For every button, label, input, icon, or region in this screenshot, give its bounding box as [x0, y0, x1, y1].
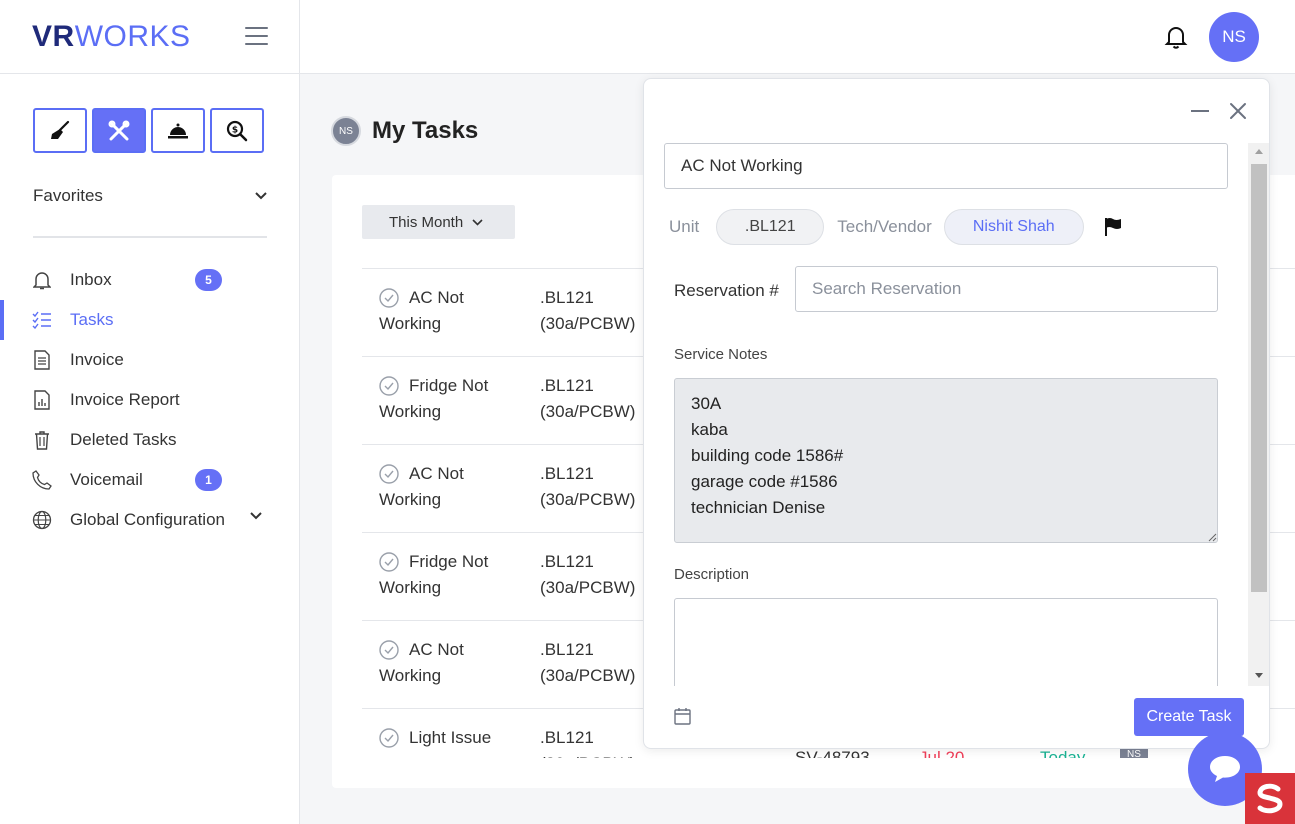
reservation-label: Reservation #: [674, 281, 779, 300]
voicemail-count-badge: 1: [195, 469, 222, 491]
logo-vr-text: VR: [32, 19, 75, 53]
globe-icon: [32, 510, 52, 530]
calendar-icon[interactable]: [674, 707, 691, 725]
task-unit: .BL121 (30a/PCBW): [540, 288, 636, 333]
task-unit: .BL121 (30a/PCBW): [540, 464, 636, 509]
module-switcher: $: [33, 108, 264, 153]
chevron-down-icon: [255, 192, 267, 200]
task-name: AC Not Working: [379, 464, 464, 509]
sidebar-item-invoice-report[interactable]: Invoice Report: [0, 380, 299, 420]
trash-icon: [32, 430, 52, 450]
date-filter-dropdown[interactable]: This Month: [362, 205, 515, 239]
page-title: My Tasks: [372, 117, 479, 144]
brand-bar: VRWORKS: [0, 0, 299, 74]
minimize-icon[interactable]: [1191, 110, 1209, 112]
task-name: AC Not Working: [379, 640, 464, 685]
sidebar-item-tasks[interactable]: Tasks: [0, 300, 299, 340]
sidebar-item-label: Inbox: [70, 270, 112, 289]
scrollbar-thumb[interactable]: [1251, 164, 1267, 592]
page-header: NS My Tasks: [331, 116, 478, 146]
top-header: NS: [300, 0, 1295, 74]
service-notes-field[interactable]: 30A kaba building code 1586# garage code…: [674, 378, 1218, 543]
report-icon: [32, 390, 52, 410]
document-icon: [32, 350, 52, 370]
sidebar-item-invoice[interactable]: Invoice: [0, 340, 299, 380]
task-name: Fridge Not Working: [379, 552, 489, 597]
sidebar-item-label: Deleted Tasks: [70, 430, 177, 449]
panel-scroll-area: Unit .BL121 Tech/Vendor Nishit Shah Rese…: [644, 141, 1248, 686]
sidebar-item-label: Invoice Report: [70, 390, 180, 409]
create-task-button[interactable]: Create Task: [1134, 698, 1244, 736]
panel-scrollbar[interactable]: [1248, 143, 1269, 686]
task-due-date: Jul 20: [919, 748, 965, 758]
task-name: AC Not Working: [379, 288, 464, 333]
close-icon[interactable]: [1228, 101, 1248, 121]
create-task-panel: Unit .BL121 Tech/Vendor Nishit Shah Rese…: [643, 78, 1270, 749]
tools-icon: [108, 120, 130, 140]
scroll-down-arrow-icon[interactable]: [1255, 673, 1263, 678]
sidebar-item-voicemail[interactable]: Voicemail 1: [0, 460, 299, 500]
scroll-up-arrow-icon[interactable]: [1255, 149, 1263, 154]
task-unit: .BL121 (30a/PCBW): [540, 552, 636, 597]
task-unit: .BL121 (30a/PCBW): [540, 376, 636, 421]
housekeeping-module-button[interactable]: [33, 108, 87, 153]
sidebar-nav: Inbox 5 Tasks Invoice Invoice Report Del…: [0, 260, 299, 540]
task-meta-row: Unit .BL121 Tech/Vendor Nishit Shah: [669, 209, 1122, 245]
description-field[interactable]: [674, 598, 1218, 686]
service-bell-icon: [168, 123, 188, 138]
maintenance-module-button[interactable]: [92, 108, 146, 153]
brand-corner-logo-icon[interactable]: [1245, 773, 1295, 824]
chat-bubble-icon: [1210, 756, 1240, 782]
sidebar-item-label: Invoice: [70, 350, 124, 369]
notifications-bell-icon[interactable]: [1164, 24, 1188, 50]
service-notes-label: Service Notes: [674, 346, 768, 363]
svg-text:$: $: [232, 125, 238, 135]
sidebar-item-deleted-tasks[interactable]: Deleted Tasks: [0, 420, 299, 460]
phone-icon: [32, 470, 52, 490]
sidebar-item-label: Tasks: [70, 310, 114, 329]
brand-corner-logo-mark: [1257, 783, 1283, 813]
description-label: Description: [674, 566, 750, 583]
sidebar-item-global-configuration[interactable]: Global Configuration: [0, 500, 299, 540]
logo-works-text: WORKS: [74, 19, 191, 53]
chevron-down-icon: [472, 218, 483, 226]
resize-grip-icon[interactable]: [1207, 532, 1217, 542]
task-unit: .BL121 (30a/PCBW): [540, 640, 636, 685]
inbox-count-badge: 5: [195, 269, 222, 291]
task-unit: .BL121 (30a/PCBW): [540, 728, 635, 758]
tech-vendor-select[interactable]: Nishit Shah: [943, 209, 1084, 245]
tech-vendor-label: Tech/Vendor: [837, 217, 932, 236]
unit-select[interactable]: .BL121: [716, 209, 825, 245]
checklist-icon: [32, 310, 52, 330]
favorites-toggle[interactable]: Favorites: [33, 184, 267, 208]
app-logo[interactable]: VRWORKS: [32, 20, 191, 54]
task-name: Fridge Not Working: [379, 376, 489, 421]
avatar: NS: [331, 116, 361, 146]
task-title-input[interactable]: [664, 143, 1228, 189]
broom-icon: [51, 120, 70, 139]
task-name: Light Issue: [409, 728, 492, 747]
sidebar: VRWORKS $ Favorites Inbox 5 Tasks Invoic…: [0, 0, 300, 824]
reservation-search-input[interactable]: [795, 266, 1218, 312]
concierge-module-button[interactable]: [151, 108, 205, 153]
sidebar-item-label: Global Configuration: [70, 510, 225, 529]
finance-module-button[interactable]: $: [210, 108, 264, 153]
sidebar-item-inbox[interactable]: Inbox 5: [0, 260, 299, 300]
task-code: SV-48793: [795, 748, 870, 758]
task-status: Today: [1040, 748, 1086, 758]
bell-icon: [32, 270, 52, 290]
sidebar-item-label: Voicemail: [70, 470, 143, 489]
chevron-down-icon: [250, 512, 262, 520]
search-dollar-icon: $: [226, 120, 248, 141]
favorites-label: Favorites: [33, 186, 103, 205]
user-avatar[interactable]: NS: [1209, 12, 1259, 62]
flag-icon[interactable]: [1104, 217, 1122, 237]
date-filter-label: This Month: [389, 213, 464, 231]
menu-toggle-icon[interactable]: [245, 27, 268, 45]
divider: [33, 236, 267, 238]
unit-label: Unit: [669, 217, 700, 236]
